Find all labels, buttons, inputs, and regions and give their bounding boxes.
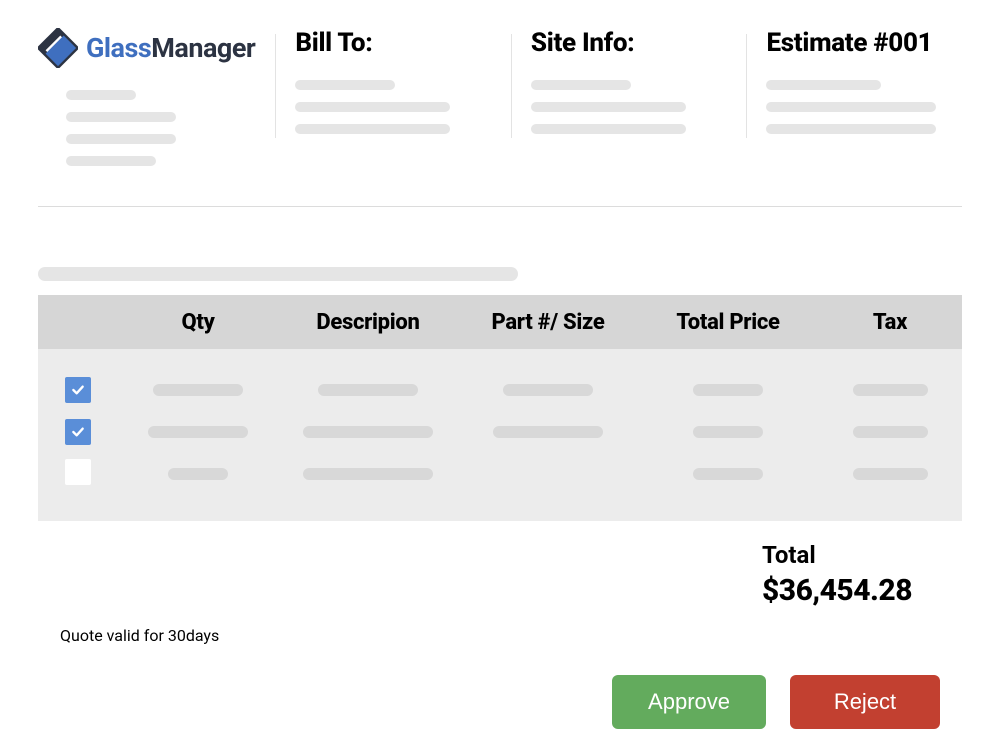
placeholder-line [531, 124, 686, 134]
site-info-heading: Site Info: [531, 28, 727, 58]
table-row [38, 453, 962, 495]
header-row: GlassManager Bill To: Site Info: [38, 28, 962, 206]
logo-text: GlassManager [86, 32, 255, 64]
approve-button[interactable]: Approve [612, 675, 766, 729]
placeholder-line [531, 102, 686, 112]
description-placeholder [38, 267, 518, 281]
site-info-column: Site Info: [511, 28, 747, 146]
estimate-column: Estimate #001 [746, 28, 962, 146]
table-body [38, 349, 962, 521]
validity-note: Quote valid for 30days [38, 608, 962, 645]
table-row [38, 369, 962, 411]
placeholder-line [295, 80, 395, 90]
cell-placeholder [493, 426, 603, 438]
placeholder-line [295, 124, 450, 134]
bill-to-column: Bill To: [275, 28, 511, 146]
cell-placeholder [303, 468, 433, 480]
placeholder-line [295, 102, 450, 112]
col-description: Descripion [278, 310, 458, 335]
logo-icon [38, 28, 78, 68]
row-checkbox[interactable] [65, 377, 91, 403]
cell-placeholder [853, 468, 928, 480]
estimate-heading: Estimate #001 [766, 28, 962, 58]
col-part: Part #/ Size [458, 310, 638, 335]
cell-placeholder [853, 426, 928, 438]
placeholder-line [66, 156, 156, 166]
bill-to-heading: Bill To: [295, 28, 491, 58]
placeholder-line [766, 80, 881, 90]
table-header: Qty Descripion Part #/ Size Total Price … [38, 295, 962, 349]
cell-placeholder [503, 384, 593, 396]
placeholder-line [66, 90, 136, 100]
row-checkbox[interactable] [65, 459, 91, 485]
cell-placeholder [853, 384, 928, 396]
cell-placeholder [693, 468, 763, 480]
cell-placeholder [693, 426, 763, 438]
col-tax: Tax [818, 310, 962, 335]
cell-placeholder [168, 468, 228, 480]
cell-placeholder [303, 426, 433, 438]
check-icon [70, 424, 86, 440]
table-row [38, 411, 962, 453]
reject-button[interactable]: Reject [790, 675, 940, 729]
total-label: Total [762, 541, 912, 569]
check-icon [70, 382, 86, 398]
col-total-price: Total Price [638, 310, 818, 335]
logo: GlassManager [38, 28, 255, 68]
placeholder-line [66, 134, 176, 144]
totals-section: Total $36,454.28 [38, 521, 962, 608]
cell-placeholder [153, 384, 243, 396]
cell-placeholder [148, 426, 248, 438]
col-qty: Qty [118, 310, 278, 335]
action-buttons: Approve Reject [38, 645, 962, 729]
logo-column: GlassManager [38, 28, 275, 178]
cell-placeholder [693, 384, 763, 396]
placeholder-line [766, 102, 936, 112]
placeholder-line [66, 112, 176, 122]
cell-placeholder [318, 384, 418, 396]
placeholder-line [766, 124, 936, 134]
row-checkbox[interactable] [65, 419, 91, 445]
logo-text-part2: Manager [151, 32, 255, 64]
total-amount: $36,454.28 [762, 573, 912, 608]
logo-text-part1: Glass [86, 32, 151, 64]
line-items-table: Qty Descripion Part #/ Size Total Price … [38, 295, 962, 521]
placeholder-line [531, 80, 631, 90]
